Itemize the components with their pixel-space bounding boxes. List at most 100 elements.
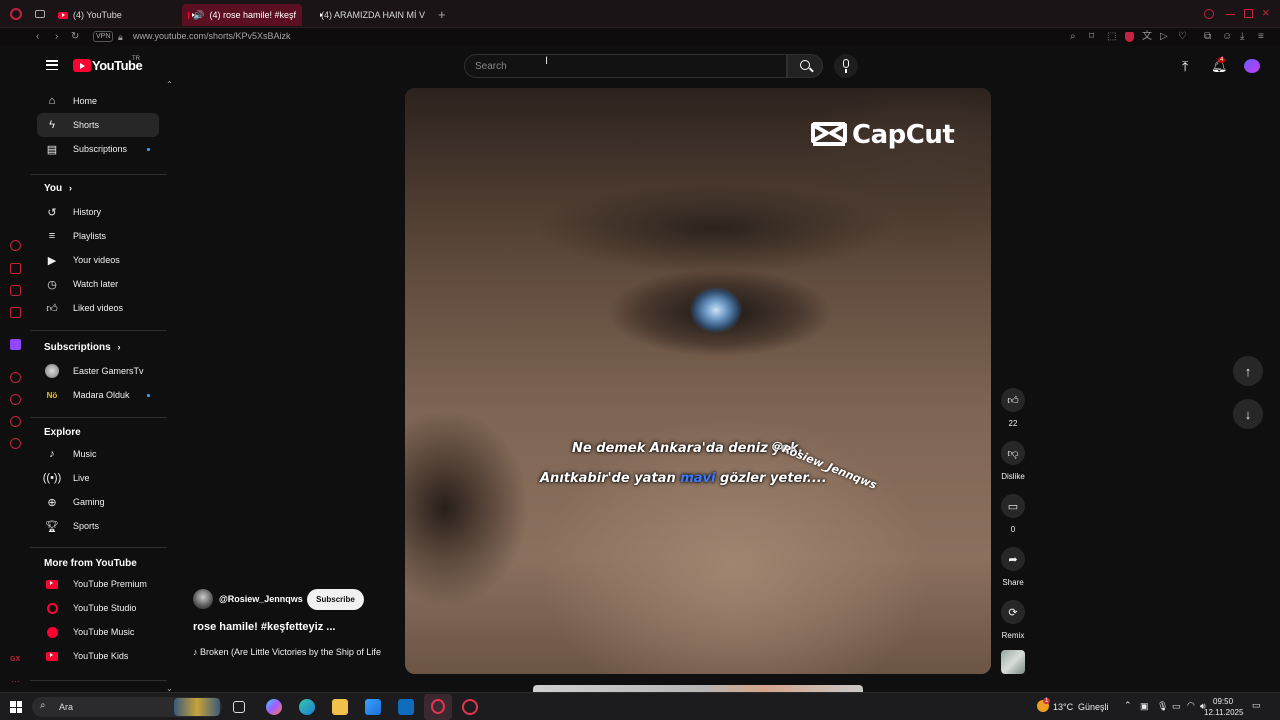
youtube-logo-icon[interactable] — [73, 59, 91, 72]
tab-aramizda[interactable]: (4) ARAMIZDA HAIN Mİ V — [310, 4, 430, 26]
search-tabs-icon[interactable] — [1204, 9, 1214, 19]
vpn-badge[interactable]: VPN — [93, 31, 114, 42]
sidebar-item-channel[interactable]: Easter GamersTv — [37, 359, 159, 383]
next-short-preview[interactable] — [533, 685, 863, 692]
extensions-icon[interactable]: ⧉ — [1204, 31, 1211, 43]
file-explorer-icon[interactable] — [332, 699, 348, 715]
chevron-up-icon[interactable]: ⌃ — [1124, 700, 1132, 711]
sidebar-item-live[interactable]: ((•)) Live — [37, 466, 159, 490]
tray-app-icon[interactable]: ▣ — [1140, 701, 1149, 712]
sidebar-item-subscriptions[interactable]: ▤ Subscriptions — [37, 137, 159, 161]
sidebar-item-premium[interactable]: YouTube Premium — [37, 572, 159, 596]
voice-search-button[interactable] — [834, 54, 858, 78]
bookmark-icon[interactable]: ⌑ — [1089, 31, 1094, 43]
tab-rose-hamile[interactable]: 🔊 (4) rose hamile! #keşf — [182, 4, 302, 26]
sidebar-item-gaming[interactable]: ⊕ Gaming — [37, 490, 159, 514]
download-icon[interactable]: ⤓ — [1240, 31, 1244, 43]
sidebar-item-watch-later[interactable]: ◷ Watch later — [37, 272, 159, 296]
wifi-icon[interactable]: ◠ — [1187, 700, 1195, 711]
history-sidebar-icon[interactable] — [10, 394, 21, 405]
clock-time[interactable]: 09:50 — [1213, 697, 1233, 706]
sidebar-item-channel[interactable]: Nö Madara Olduk — [37, 383, 159, 407]
reload-icon[interactable]: ↻ — [71, 31, 79, 43]
subscriptions-heading[interactable]: Subscriptions › — [44, 342, 120, 353]
opera-gx-taskbar-icon[interactable] — [424, 694, 452, 720]
settings-sidebar-icon[interactable] — [10, 438, 21, 449]
minimize-icon[interactable] — [1226, 14, 1235, 15]
url-field[interactable]: www.youtube.com/shorts/KPv5XsBAizk — [133, 31, 291, 41]
copilot-icon[interactable] — [266, 699, 282, 715]
remix-button[interactable]: ⟳ — [1001, 600, 1025, 624]
profile-icon[interactable]: ☺ — [1222, 31, 1232, 43]
sidebar-item-your-videos[interactable]: ▶ Your videos — [37, 248, 159, 272]
player-icon[interactable]: ▷ — [1160, 31, 1168, 43]
gx-icon[interactable]: GX — [10, 656, 20, 663]
close-icon[interactable]: × — [1262, 5, 1270, 20]
search-button[interactable] — [787, 54, 823, 78]
notification-center-icon[interactable]: ▭ — [1252, 700, 1261, 711]
task-view-icon[interactable] — [233, 701, 245, 713]
music-link[interactable]: ♪ Broken (Are Little Victories by the Sh… — [193, 647, 381, 657]
forward-icon[interactable]: › — [55, 31, 58, 43]
back-icon[interactable]: ‹ — [36, 31, 39, 43]
aria-icon[interactable] — [10, 240, 21, 251]
short-video-player[interactable] — [405, 88, 991, 674]
tab-manager-icon[interactable] — [35, 10, 45, 18]
video-title[interactable]: rose hamile! #keşfetteyiz ... — [193, 621, 335, 633]
avatar[interactable] — [1244, 59, 1260, 73]
comments-button[interactable]: ▭ — [1001, 494, 1025, 518]
weather-desc[interactable]: Güneşli — [1078, 702, 1109, 712]
translate-icon[interactable]: 文 — [1142, 31, 1152, 43]
windows-start-icon[interactable] — [10, 701, 22, 713]
shield-icon[interactable] — [1125, 32, 1134, 42]
new-tab-icon[interactable]: + — [438, 7, 446, 22]
tab-youtube[interactable]: (4) YouTube — [52, 4, 178, 26]
outlook-icon[interactable] — [398, 699, 414, 715]
sidebar-item-kids[interactable]: YouTube Kids — [37, 644, 159, 668]
chrome-task-icon[interactable] — [462, 699, 478, 715]
sidebar-item-liked-videos[interactable]: 👍︎ Liked videos — [37, 296, 159, 320]
sidebar-item-shorts[interactable]: ϟ Shorts — [37, 113, 159, 137]
restore-icon[interactable] — [1244, 9, 1253, 18]
previous-short-button[interactable]: ↑ — [1233, 356, 1263, 386]
display-icon[interactable]: ▭ — [1172, 701, 1181, 712]
sidebar-item-music-app[interactable]: YouTube Music — [37, 620, 159, 644]
sidebar-item-home[interactable]: ⌂ Home — [37, 89, 159, 113]
channel-avatar[interactable] — [193, 589, 213, 609]
share-button[interactable]: ➦ — [1001, 547, 1025, 571]
more-icon[interactable]: ··· — [11, 676, 20, 686]
sidebar-item-history[interactable]: ↺ History — [37, 200, 159, 224]
weather-temp[interactable]: 13°C — [1053, 702, 1073, 712]
sidebar-item-playlists[interactable]: ≡ Playlists — [37, 224, 159, 248]
workspace-icon[interactable] — [10, 263, 21, 274]
store-icon[interactable] — [365, 699, 381, 715]
snapshot-icon[interactable]: ⬚ — [1107, 31, 1116, 43]
lock-icon[interactable]: 🔒︎ — [118, 31, 123, 43]
opera-logo-icon[interactable] — [10, 8, 22, 20]
twitch-icon[interactable] — [10, 339, 21, 350]
messenger-icon[interactable] — [10, 285, 21, 296]
like-button[interactable]: 👍︎ — [1001, 388, 1025, 412]
gmail-icon[interactable] — [10, 307, 21, 318]
search-input[interactable] — [465, 55, 786, 77]
taskbar-search[interactable]: ⌕ Ara — [32, 697, 222, 717]
channel-name[interactable]: @Rosiew_Jennqws — [219, 594, 303, 604]
sidebar-item-sports[interactable]: 🏆︎ Sports — [37, 514, 159, 538]
audio-thumbnail[interactable] — [1001, 650, 1025, 674]
easy-setup-icon[interactable]: ≡ — [1258, 31, 1264, 43]
next-short-button[interactable]: ↓ — [1233, 399, 1263, 429]
heart-icon[interactable]: ♡ — [1178, 31, 1187, 43]
whatsapp-icon[interactable] — [10, 416, 21, 427]
zoom-icon[interactable]: ⌕ — [1070, 31, 1076, 43]
sidebar-item-studio[interactable]: YouTube Studio — [37, 596, 159, 620]
menu-icon[interactable] — [46, 60, 58, 71]
chevron-up-icon[interactable]: ⌃ — [166, 80, 173, 89]
dislike-button[interactable]: 👎︎ — [1001, 441, 1025, 465]
player-sidebar-icon[interactable] — [10, 372, 21, 383]
create-upload-icon[interactable]: ⤒ — [1182, 58, 1188, 75]
clock-date[interactable]: 12.11.2025 — [1204, 708, 1243, 717]
edge-icon[interactable] — [299, 699, 315, 715]
you-heading[interactable]: You › — [44, 183, 72, 194]
microphone-icon[interactable]: 🎙︎ — [1157, 701, 1168, 712]
sidebar-item-music[interactable]: ♪ Music — [37, 442, 159, 466]
